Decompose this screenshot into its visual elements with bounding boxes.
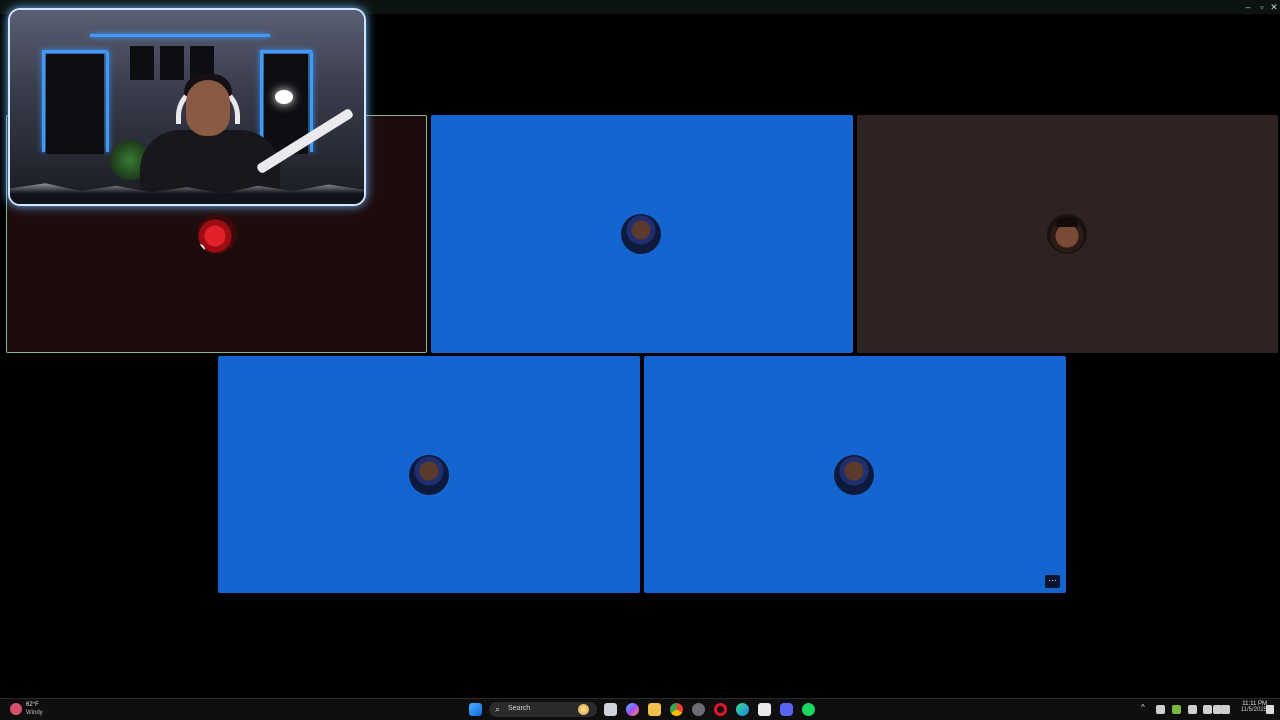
taskbar-clock[interactable]: 11:11 PM 11/5/2025: [1227, 701, 1267, 713]
participant-avatar: [834, 455, 874, 495]
file-explorer-icon[interactable]: [648, 703, 661, 716]
participant-avatar: [1047, 214, 1087, 254]
spotify-icon[interactable]: [802, 703, 815, 716]
search-highlight-icon: [578, 704, 589, 715]
opera-icon[interactable]: [714, 703, 727, 716]
display-icon[interactable]: [1203, 705, 1212, 714]
taskbar: 62°F Windy ⌕ Search ^ 11:11 PM 11/5/2025: [0, 698, 1280, 720]
chrome-icon[interactable]: [670, 703, 683, 716]
weather-icon: [10, 703, 22, 715]
edge-icon[interactable]: [736, 703, 749, 716]
search-label: Search: [508, 705, 531, 712]
notification-icon[interactable]: [1266, 705, 1274, 714]
microphone-icon[interactable]: [1188, 705, 1197, 714]
webcam-overlay: [8, 8, 366, 206]
copilot-icon[interactable]: [626, 703, 639, 716]
nvidia-icon[interactable]: [1172, 705, 1181, 714]
tray-chevron-icon[interactable]: ^: [1141, 703, 1145, 712]
weather-temp: 62°F: [26, 702, 39, 708]
clock-date: 11/5/2025: [1240, 707, 1267, 713]
discord-icon[interactable]: [780, 703, 793, 716]
minimize-button[interactable]: –: [1241, 1, 1255, 13]
participant-tile-3[interactable]: [857, 115, 1278, 353]
close-button[interactable]: ✕: [1267, 1, 1280, 13]
settings-icon[interactable]: [692, 703, 705, 716]
weather-condition: Windy: [26, 710, 43, 716]
task-view-icon[interactable]: [604, 703, 617, 716]
taskbar-search[interactable]: ⌕ Search: [489, 702, 597, 717]
participant-tile-5[interactable]: ···: [644, 356, 1066, 593]
participant-avatar: [409, 455, 449, 495]
participant-avatar: ✕: [197, 214, 237, 254]
weather-widget[interactable]: 62°F Windy: [10, 702, 70, 718]
participant-tile-2[interactable]: [431, 115, 853, 353]
more-options-button[interactable]: ···: [1045, 575, 1060, 588]
onedrive-icon[interactable]: [1156, 705, 1165, 714]
participant-tile-4[interactable]: [218, 356, 640, 593]
mute-icon: ✕: [197, 244, 205, 254]
participant-avatar: [621, 214, 661, 254]
windows-start-icon[interactable]: [469, 703, 482, 716]
capcut-icon[interactable]: [758, 703, 771, 716]
search-icon: ⌕: [495, 704, 501, 714]
